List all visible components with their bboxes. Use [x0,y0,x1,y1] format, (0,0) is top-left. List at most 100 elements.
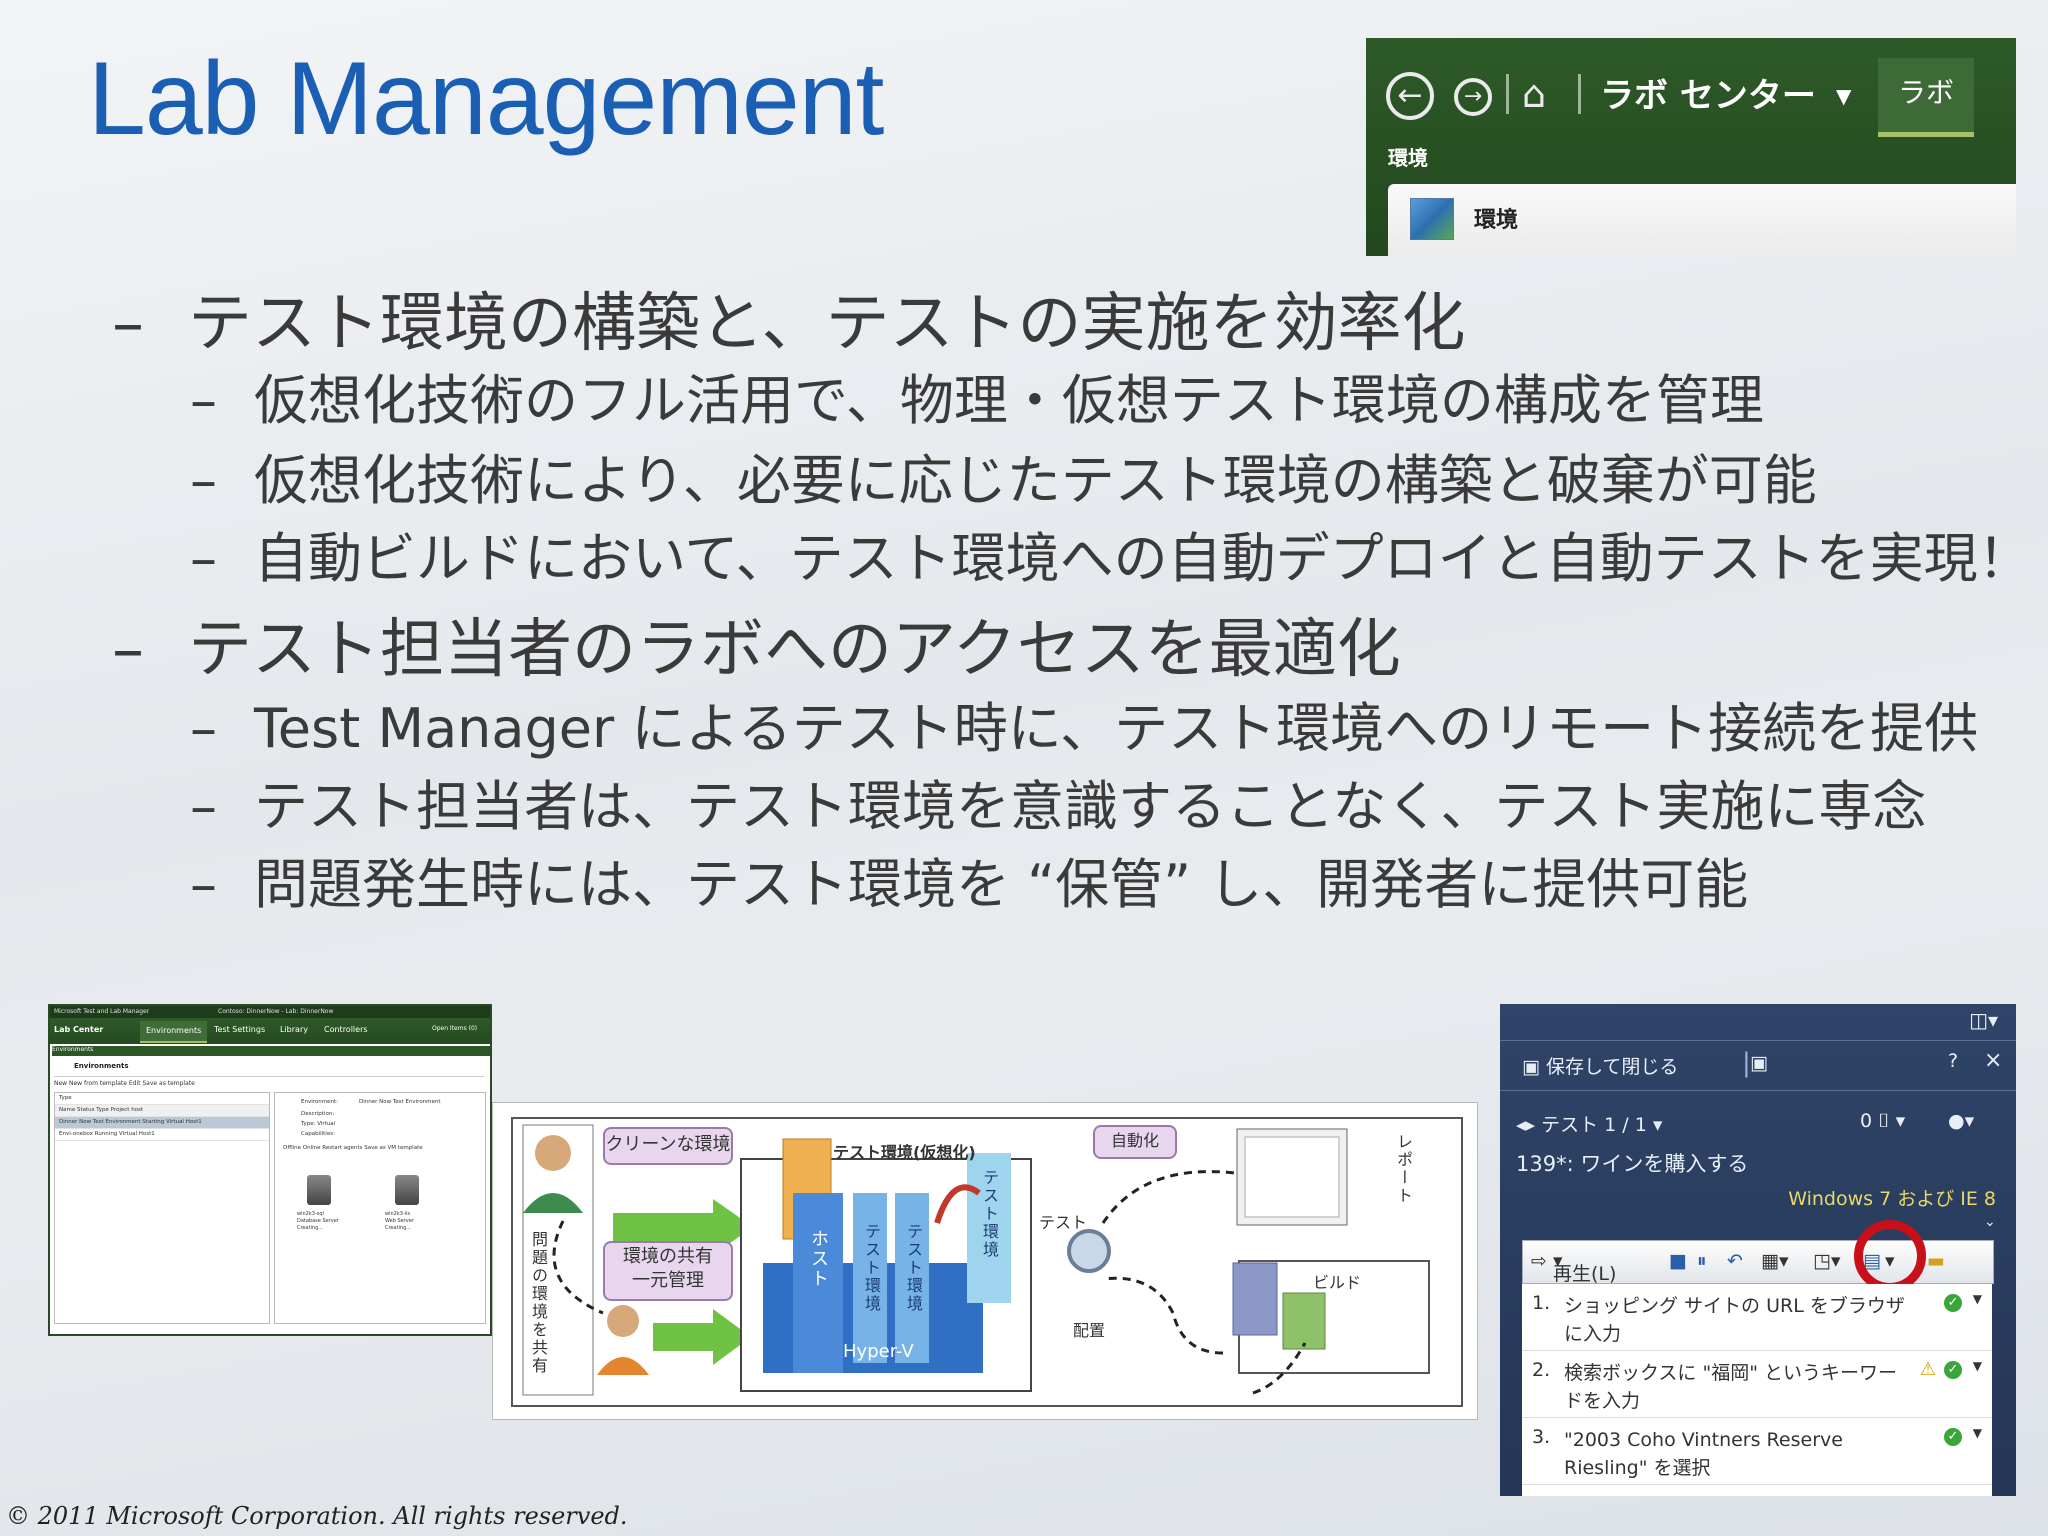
chevron-down-icon[interactable]: ▾ [1653,1114,1663,1136]
chevron-down-icon[interactable]: ▼ [1973,1426,1982,1440]
environment-detail: Environment: Dinner Now Test Environment… [274,1092,486,1324]
report-window [1244,1136,1340,1218]
panel-label: 環境 [1474,208,1519,233]
list-item[interactable]: 2. 検索ボックスに "福岡" というキーワードを入力 ⚠ ✓ ▼ [1522,1351,1992,1418]
detail-value: Dinner Now Test Environment [359,1099,441,1105]
developer-body [597,1357,649,1375]
test-env-label: テスト環境 [862,1223,881,1313]
separator [1578,74,1581,114]
save-close-button[interactable]: ▣ 保存して閉じる [1522,1052,1678,1079]
clean-env-label: クリーンな環境 [603,1127,733,1165]
step-number: 2. [1532,1359,1551,1381]
dashed-arrow [552,1220,604,1315]
problem-env-share-label: 問題の環境を共有 [529,1231,548,1375]
list-item[interactable]: 1. ショッピング サイトの URL をブラウザに入力 ✓ ▼ [1522,1284,1992,1351]
home-icon[interactable]: ⌂ [1522,72,1546,116]
chevron-down-icon[interactable]: ▼ [1836,84,1851,108]
web-server-icon[interactable] [395,1175,419,1205]
help-icon[interactable]: ? [1948,1050,1958,1072]
bullet-dash: – [190,527,217,590]
bullet-item: – テスト環境の構築と、テストの実施を効率化 [112,272,1465,364]
center-title[interactable]: Lab Center [54,1025,103,1034]
vm-status: Creating... [297,1225,324,1231]
chevron-left-icon[interactable]: ◂▸ [1516,1114,1535,1136]
table-row[interactable]: Dinner Now Test Environment Starting Vir… [55,1117,269,1129]
undo-icon[interactable]: ↶ [1727,1250,1743,1272]
bullet-text: テスト環境の構築と、テストの実施を効率化 [188,287,1466,361]
bullet-dash: – [190,369,217,432]
step-text: ショッピング サイトの URL をブラウザに入力 [1564,1295,1905,1345]
environments-toolbar[interactable]: New New from template Edit Save as templ… [54,1080,195,1087]
back-icon[interactable]: ← [1386,72,1434,120]
dashed-arrow [1102,1276,1224,1355]
gear-icon [1067,1229,1111,1273]
bullet-dash: – [112,613,144,687]
tab-controllers[interactable]: Controllers [324,1025,368,1034]
chevron-down-icon[interactable]: ▼ [1973,1292,1982,1306]
bullet-dash: – [112,287,144,361]
info-icon[interactable]: ●▾ [1948,1110,1974,1132]
vm-status: Creating... [385,1225,412,1231]
arrow-icon [653,1309,751,1365]
capture-icon[interactable]: ▦▾ [1761,1250,1789,1272]
filter-row[interactable]: Type [55,1093,269,1105]
column-headers: Name Status Type Project host [55,1105,269,1117]
highlight-ring [1854,1220,1926,1292]
save-icon[interactable]: ▣ [1750,1052,1768,1074]
bullet-text: テスト担当者のラボへのアクセスを最適化 [188,613,1401,687]
play-button[interactable]: ⇨ 再生(L) ▾ [1531,1250,1616,1285]
test-counter[interactable]: ◂▸ テスト 1 / 1 ▾ [1516,1110,1662,1137]
list-item[interactable]: 3. "2003 Coho Vintners Reserve Riesling"… [1522,1418,1992,1485]
bullet-item: – 問題発生時には、テスト環境を “保管” し、開発者に提供可能 [190,840,1748,919]
separator: | [1742,1048,1751,1078]
check-icon[interactable]: ✓ [1944,1361,1962,1379]
app-title: Microsoft Test and Lab Manager [54,1008,150,1015]
chevron-down-icon[interactable]: ⌄ [1984,1214,1996,1230]
bullet-dash: – [190,853,217,916]
close-icon[interactable]: × [1984,1048,2002,1073]
center-title[interactable]: ラボ センター [1600,68,1816,117]
build-document-icon [1282,1292,1326,1350]
lab-concept-diagram: クリーンな環境 環境の共有 一元管理 テスト環境(仮想化) 自動化 ホスト テス… [492,1102,1478,1420]
tab-library[interactable]: Library [280,1025,308,1034]
slide-title: Lab Management [88,41,884,157]
divider [1500,1090,2016,1091]
tester-body [523,1193,583,1213]
attachment-icon: ⌷ [1878,1110,1890,1132]
detail-actions[interactable]: Offline Online Restart agents Save as VM… [283,1145,423,1151]
layout-icon[interactable]: ◫▾ [1969,1008,1998,1032]
lab-center-nav-screenshot: ← → ⌂ ラボ センター ▼ ラボ 環境 環境 [1366,38,2016,256]
check-icon[interactable]: ✓ [1944,1294,1962,1312]
build-server-icon [1232,1262,1278,1336]
shared-env-line: 環境の共有 [623,1246,713,1267]
stop-icon[interactable]: ■ [1669,1250,1687,1272]
test-env-label: テスト環境 [904,1223,923,1313]
host-label: ホスト [808,1229,829,1289]
tab-lab[interactable]: ラボ [1878,58,1974,137]
breadcrumb: Environments [52,1046,490,1056]
automation-label: 自動化 [1093,1125,1177,1159]
attachment-counter[interactable]: 0 ⌷ ▾ [1860,1110,1905,1132]
test-steps-list: 1. ショッピング サイトの URL をブラウザに入力 ✓ ▼ 2. 検索ボック… [1522,1284,1992,1496]
bullet-text: Test Manager によるテスト時に、テスト環境へのリモート接続を提供 [254,697,1979,760]
tester-person-icon [535,1135,571,1171]
screenshot-icon[interactable]: ◳▾ [1813,1250,1841,1272]
database-server-icon[interactable] [307,1175,331,1205]
tab-environments[interactable]: Environments [140,1021,208,1043]
table-row[interactable]: Envi-onebox Running Virtual Host1 [55,1129,269,1141]
bullet-item: – 自動ビルドにおいて、テスト環境への自動デプロイと自動テストを実現！ [190,514,2032,593]
bullet-text: 仮想化技術により、必要に応じたテスト環境の構築と破棄が可能 [254,449,1817,512]
shared-env-line: 一元管理 [632,1270,704,1291]
forward-icon[interactable]: → [1454,78,1492,116]
pause-icon[interactable]: ⏸ [1697,1250,1707,1272]
bullet-item: – 仮想化技術により、必要に応じたテスト環境の構築と破棄が可能 [190,436,1817,515]
chevron-down-icon[interactable]: ▾ [1896,1110,1906,1132]
open-items[interactable]: Open Items (0) [432,1025,477,1032]
check-icon[interactable]: ✓ [1944,1428,1962,1446]
folder-icon[interactable]: ▬ [1927,1250,1945,1272]
chevron-down-icon[interactable]: ▼ [1973,1359,1982,1373]
bullet-item: – 仮想化技術のフル活用で、物理・仮想テスト環境の構成を管理 [190,356,1764,435]
tab-test-settings[interactable]: Test Settings [214,1025,265,1034]
play-label: 再生(L) [1552,1263,1617,1285]
bullet-item: – テスト担当者は、テスト環境を意識することなく、テスト実施に専念 [190,762,1926,841]
